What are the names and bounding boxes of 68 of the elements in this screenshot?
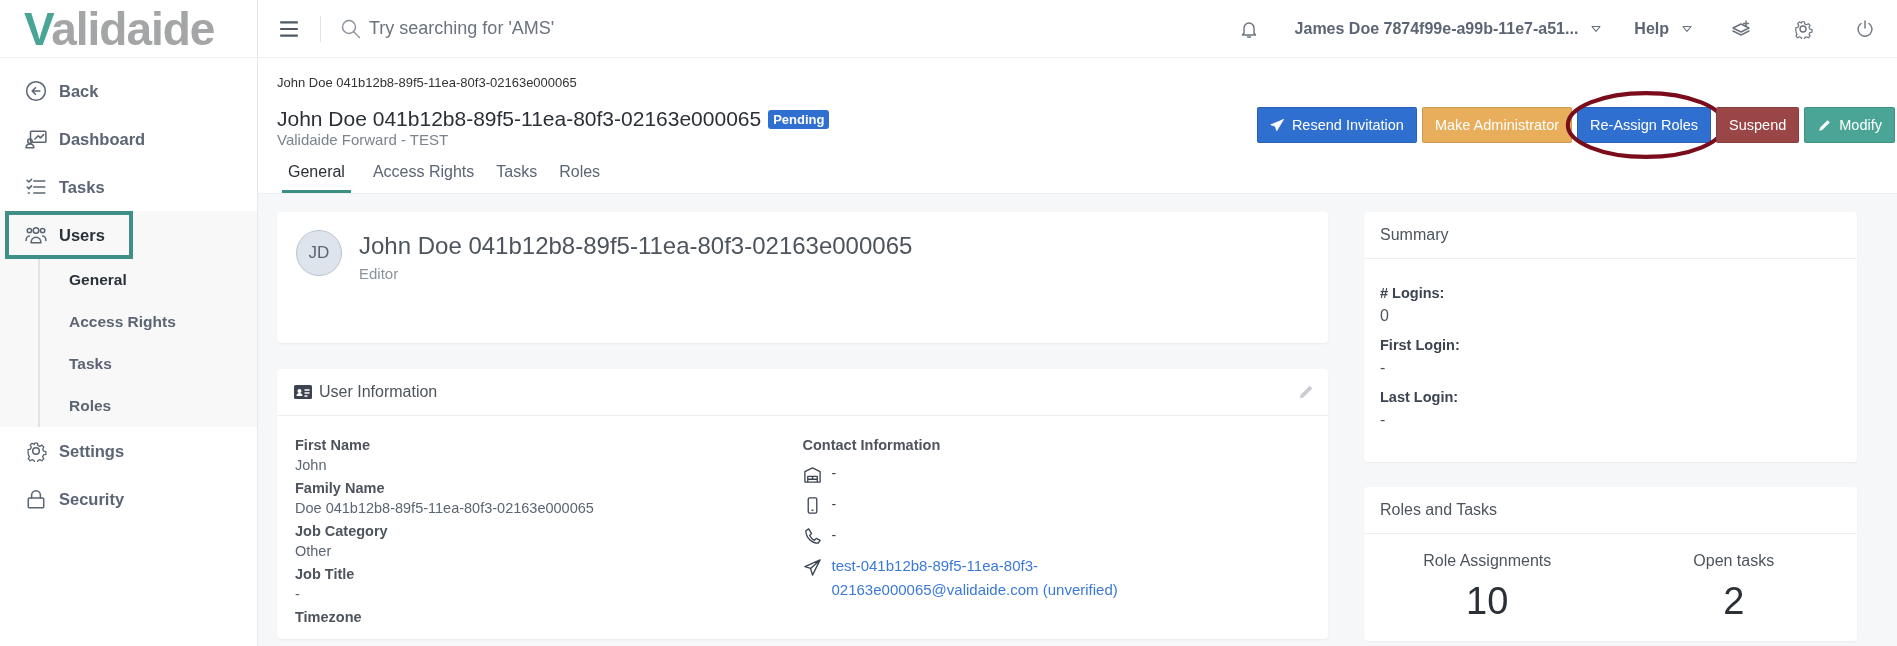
summary-value: - [1380,411,1387,429]
padlock-icon [25,488,47,510]
pencil-icon [1817,117,1833,133]
field-label: Timezone [295,609,363,625]
building-icon [802,465,822,484]
user-menu[interactable]: James Doe 7874f99e-a99b-11e7-a51... [1294,19,1605,38]
search-icon [341,18,361,39]
tab[interactable]: Roles [559,157,601,193]
summary-label: First Login: [1380,337,1461,353]
users-icon [25,224,47,246]
settings-icon[interactable] [1793,18,1813,39]
sidebar-item[interactable]: Security [5,475,143,523]
summary-value: 0 [1380,307,1390,325]
sidebar-item[interactable]: Dashboard [5,115,164,163]
field-label: First Name [295,437,371,453]
sidebar-item[interactable]: Tasks [5,163,123,211]
stat-value: 10 [1466,580,1509,623]
action-button[interactable]: Re-Assign Roles [1577,107,1712,143]
stat-value: 2 [1723,580,1745,623]
user-name: John Doe 041b12b8-89f5-11ea-80f3-02163e000065 [359,232,913,260]
sidebar-subitem[interactable]: Tasks [40,343,112,385]
search-field[interactable]: Try searching for 'AMS' [341,17,651,40]
sidebar-subitem[interactable]: Roles [40,385,112,427]
contact-value: - [831,527,837,543]
action-button[interactable]: Suspend [1716,107,1800,143]
field-value: - [295,586,301,602]
stat-label: Open tasks [1693,552,1775,570]
phone-icon [802,527,822,546]
card-title: Summary [1380,226,1449,244]
tab[interactable]: Access Rights [372,157,475,193]
field-value: John [295,457,328,473]
field-label: Job Title [295,566,356,582]
stat-label: Role Assignments [1423,552,1552,570]
layers-plus-icon[interactable] [1731,18,1751,39]
summary-label: Last Login: [1380,389,1460,405]
dashboard-icon [25,128,47,150]
help-menu[interactable]: Help [1634,19,1695,38]
power-icon[interactable] [1855,18,1875,39]
page-title: John Doe 041b12b8-89f5-11ea-80f3-02163e000065 [277,107,762,131]
paper-plane-icon [1269,117,1285,133]
email-link[interactable]: test-041b12b8-89f5-11ea-80f3-02163e000065@validaide.com (unverified) [831,554,1172,602]
action-button[interactable]: Resend Invitation [1256,107,1417,143]
summary-value: - [1380,359,1387,377]
user-role: Editor [359,265,400,282]
sidebar-subitem[interactable]: General [40,259,127,301]
card-title: Roles and Tasks [1380,501,1498,519]
contact-value: - [831,496,837,512]
sidebar-item[interactable]: Settings [5,427,143,475]
sidebar-item[interactable]: Users [5,211,133,259]
field-label: Job Category [295,523,389,539]
id-card-icon [293,382,313,402]
settings-icon [25,440,47,462]
page-subtitle: Validaide Forward - TEST [277,131,450,148]
sidebar-subitem[interactable]: Access Rights [40,301,176,343]
status-badge: Pending [768,109,830,129]
paper-plane-icon [802,558,822,577]
breadcrumb[interactable]: John Doe 041b12b8-89f5-11ea-80f3-02163e000065 [277,75,830,90]
field-value: Doe 041b12b8-89f5-11ea-80f3-02163e000065 [295,500,595,516]
tab[interactable]: Tasks [496,157,538,193]
field-label: Contact Information [802,437,942,453]
sidebar-item[interactable]: Back [5,67,117,115]
field-label: Family Name [295,480,386,496]
contact-value: - [831,465,837,481]
avatar: JD [296,230,342,276]
logo: Validaide [24,5,215,52]
card-title: User Information [319,383,438,401]
field-value: Other [295,543,333,559]
summary-label: # Logins: [1380,285,1446,301]
